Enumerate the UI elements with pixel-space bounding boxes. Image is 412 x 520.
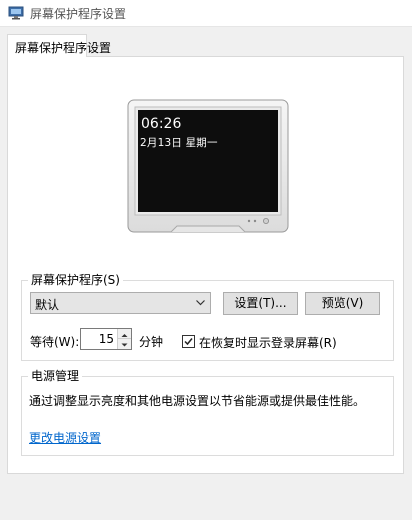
chevron-down-icon: [196, 300, 205, 306]
wait-value: 15: [98, 332, 114, 346]
resume-checkbox-label[interactable]: 在恢复时显示登录屏幕(R): [199, 334, 337, 351]
checkmark-icon: [184, 338, 193, 346]
spin-up-button[interactable]: [117, 329, 131, 339]
screensaver-select[interactable]: 默认: [30, 292, 211, 314]
monitor-icon: [8, 6, 24, 20]
power-description: 通过调整显示亮度和其他电源设置以节省能源或提供最佳性能。: [29, 394, 366, 408]
screensaver-select-value: 默认: [35, 298, 60, 312]
tab-label: 屏幕保护程序设置: [15, 41, 112, 55]
resume-checkbox[interactable]: [182, 335, 195, 348]
settings-button[interactable]: 设置(T)...: [223, 292, 298, 315]
wait-label: 等待(W):: [30, 335, 80, 349]
screensaver-group-legend: 屏幕保护程序(S): [28, 273, 123, 288]
wait-stepper[interactable]: 15: [80, 328, 132, 350]
tab-screensaver[interactable]: 屏幕保护程序设置: [7, 34, 111, 57]
change-power-settings-link[interactable]: 更改电源设置: [29, 429, 101, 446]
spin-down-button[interactable]: [117, 339, 131, 349]
power-group-legend: 电源管理: [28, 369, 83, 384]
preview-button[interactable]: 预览(V): [305, 292, 380, 315]
wait-unit: 分钟: [139, 335, 164, 349]
title-bar: 屏幕保护程序设置: [0, 0, 412, 27]
window-title: 屏幕保护程序设置: [30, 7, 127, 21]
preview-date: 2月13日 星期一: [140, 137, 218, 149]
arrow-down-icon: [121, 343, 128, 347]
preview-time: 06:26: [141, 116, 182, 132]
